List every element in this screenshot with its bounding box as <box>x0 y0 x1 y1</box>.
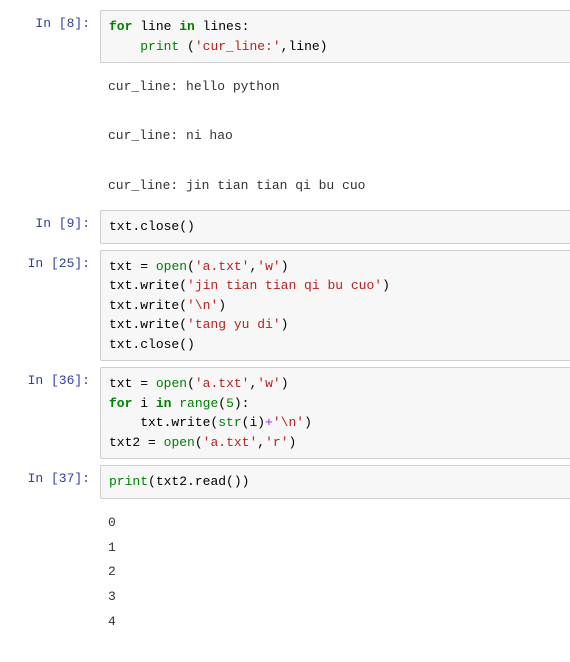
output-text: 0 1 2 3 4 <box>100 505 570 640</box>
output-cell: cur_line: hello python cur_line: ni hao … <box>0 69 570 204</box>
input-prompt: In [8]: <box>0 10 100 63</box>
input-prompt: In [25]: <box>0 250 100 362</box>
code-input[interactable]: txt.close() <box>100 210 570 244</box>
code-input[interactable]: print(txt2.read()) <box>100 465 570 499</box>
input-prompt: In [36]: <box>0 367 100 459</box>
code-cell: In [36]:txt = open('a.txt','w') for i in… <box>0 367 570 459</box>
output-cell: 0 1 2 3 4 <box>0 505 570 640</box>
code-input[interactable]: txt = open('a.txt','w') txt.write('jin t… <box>100 250 570 362</box>
output-prompt <box>0 69 100 204</box>
input-prompt: In [9]: <box>0 210 100 244</box>
code-cell: In [37]:print(txt2.read()) <box>0 465 570 499</box>
output-text: cur_line: hello python cur_line: ni hao … <box>100 69 570 204</box>
code-input[interactable]: txt = open('a.txt','w') for i in range(5… <box>100 367 570 459</box>
code-input[interactable]: for line in lines: print ('cur_line:',li… <box>100 10 570 63</box>
output-prompt <box>0 505 100 640</box>
input-prompt: In [37]: <box>0 465 100 499</box>
code-cell: In [25]:txt = open('a.txt','w') txt.writ… <box>0 250 570 362</box>
code-cell: In [8]:for line in lines: print ('cur_li… <box>0 10 570 63</box>
code-cell: In [9]:txt.close() <box>0 210 570 244</box>
